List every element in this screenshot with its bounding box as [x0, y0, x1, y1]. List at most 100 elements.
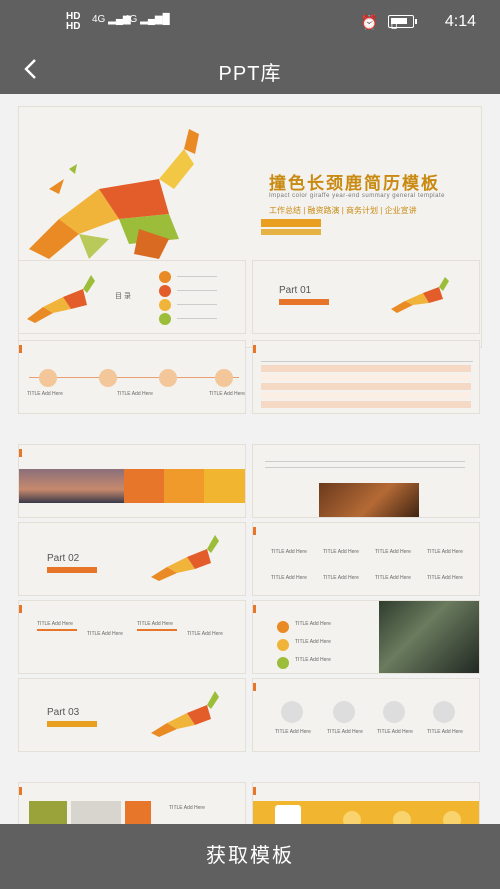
alarm-icon: ⏰ — [360, 14, 378, 30]
toc-dot-1 — [159, 271, 171, 283]
timeline-item-title: TITLE Add Here — [209, 391, 245, 397]
part02-bar — [47, 567, 97, 573]
slide-part01: Part 01 — [252, 260, 480, 334]
toc-dot-3 — [159, 299, 171, 311]
slide-columns: TITLE Add Here TITLE Add Here TITLE Add … — [18, 600, 246, 674]
table-row — [261, 383, 471, 390]
column-title: TITLE Add Here — [87, 631, 123, 637]
accent-mark — [253, 605, 256, 613]
grid-item-title: TITLE Add Here — [375, 549, 411, 555]
slide-table — [252, 340, 480, 414]
slide-city — [18, 444, 246, 518]
cover-subtitle: Impact color giraffe year-end summary ge… — [269, 193, 445, 199]
grid-item-title: TITLE Add Here — [271, 575, 307, 581]
column-title: TITLE Add Here — [137, 621, 173, 627]
circle-item-title: TITLE Add Here — [377, 729, 413, 735]
deer-thumbnail — [391, 277, 449, 313]
timeline-node-4 — [215, 369, 233, 387]
grid-item-title: TITLE Add Here — [375, 575, 411, 581]
hd-indicator: HD HD — [66, 11, 81, 32]
circle-photo — [383, 701, 405, 723]
slide-timeline: TITLE Add Here TITLE Add Here TITLE Add … — [18, 340, 246, 414]
circle-item-title: TITLE Add Here — [327, 729, 363, 735]
cover-date-bar — [261, 229, 321, 235]
slide-toc: 目 录 — [18, 260, 246, 334]
grid-item-title: TITLE Add Here — [323, 575, 359, 581]
phone-mockup — [275, 805, 301, 824]
toc-dot-2 — [159, 285, 171, 297]
column-title: TITLE Add Here — [37, 621, 73, 627]
timeline-item-title: TITLE Add Here — [117, 391, 153, 397]
column-title: TITLE Add Here — [187, 631, 223, 637]
table-header-line — [261, 361, 473, 362]
list-dot — [277, 639, 289, 651]
circle-item-title: TITLE Add Here — [275, 729, 311, 735]
clock: 4:14 — [444, 13, 476, 30]
accent-mark — [253, 683, 256, 691]
circle-photo — [281, 701, 303, 723]
feature-icon — [343, 811, 361, 824]
feature-icon — [443, 811, 461, 824]
list-item-title: TITLE Add Here — [295, 657, 331, 663]
circle-photo — [433, 701, 455, 723]
accent-mark — [253, 527, 256, 535]
part02-title: Part 02 — [47, 553, 80, 564]
toc-line-1 — [177, 276, 217, 277]
get-template-button[interactable]: 获取模板 — [0, 824, 500, 889]
toc-dot-4 — [159, 313, 171, 325]
train-photo — [379, 601, 479, 673]
deer-illustration — [29, 129, 199, 259]
toc-title: 目 录 — [115, 293, 131, 300]
table-row — [261, 392, 471, 399]
accent-mark — [19, 345, 22, 353]
battery-icon — [388, 15, 417, 28]
template-preview[interactable]: 撞色长颈鹿简历模板 Impact color giraffe year-end … — [0, 94, 500, 824]
slide-part02: Part 02 — [18, 522, 246, 596]
slide-circles: TITLE Add Here TITLE Add Here TITLE Add … — [252, 678, 480, 752]
product-tile — [29, 801, 67, 824]
city-photo — [19, 469, 124, 503]
text-line — [265, 467, 465, 468]
slide-icon-grid: TITLE Add Here TITLE Add Here TITLE Add … — [252, 522, 480, 596]
timeline-node-1 — [39, 369, 57, 387]
accent-mark — [19, 449, 22, 457]
nav-bar: PPT库 — [0, 44, 500, 94]
part03-title: Part 03 — [47, 707, 80, 718]
cover-title: 撞色长颈鹿简历模板 — [269, 174, 440, 193]
part01-title: Part 01 — [279, 285, 312, 296]
accent-mark — [19, 787, 22, 795]
desk-photo — [319, 483, 419, 517]
list-dot — [277, 621, 289, 633]
product-item-title: TITLE Add Here — [169, 805, 205, 811]
toc-line-4 — [177, 318, 217, 319]
product-tile — [125, 801, 151, 824]
slide-phone — [252, 782, 480, 824]
accent-mark — [19, 605, 22, 613]
grid-item-title: TITLE Add Here — [323, 549, 359, 555]
deer-thumbnail — [27, 275, 95, 323]
signal-icon-2: 4G ▂▄▆█ — [124, 14, 170, 25]
slide-photo-text — [252, 444, 480, 518]
cover-label-bar — [261, 219, 321, 227]
column-bar — [137, 629, 177, 631]
slide-train: TITLE Add Here TITLE Add Here TITLE Add … — [252, 600, 480, 674]
page-title: PPT库 — [218, 63, 282, 85]
timeline-line — [29, 377, 239, 378]
table-row — [261, 365, 471, 372]
toc-line-2 — [177, 290, 217, 291]
orange-panel-3 — [204, 469, 245, 503]
grid-item-title: TITLE Add Here — [427, 575, 463, 581]
grid-item-title: TITLE Add Here — [427, 549, 463, 555]
list-dot — [277, 657, 289, 669]
deer-thumbnail — [151, 691, 219, 737]
circle-item-title: TITLE Add Here — [427, 729, 463, 735]
timeline-item-title: TITLE Add Here — [27, 391, 63, 397]
column-bar — [37, 629, 77, 631]
grid-item-title: TITLE Add Here — [271, 549, 307, 555]
slide-part03: Part 03 — [18, 678, 246, 752]
part03-bar — [47, 721, 97, 727]
toc-line-3 — [177, 304, 217, 305]
slide-products: TITLE Add Here — [18, 782, 246, 824]
deer-thumbnail — [151, 535, 219, 581]
table-row — [261, 374, 471, 381]
